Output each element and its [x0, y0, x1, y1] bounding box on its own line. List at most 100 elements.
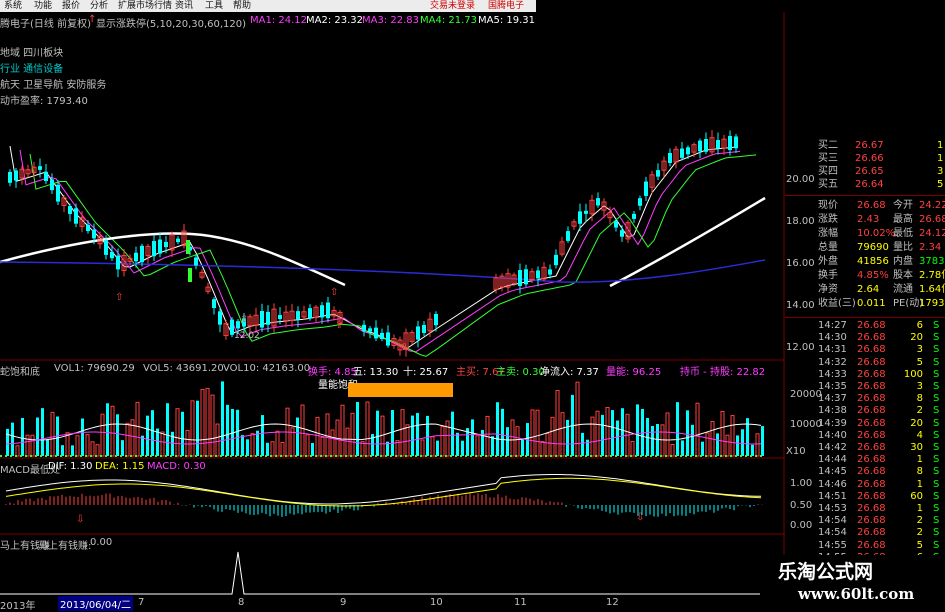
candle-body: [188, 268, 192, 282]
quote-panel: 买二 26.67 1 买三 26.66 1 买四 26.65 3 买五 26.6…: [785, 140, 945, 575]
quote-label: 最高: [893, 214, 913, 225]
volume-bar: [121, 440, 124, 456]
quote-value: 2.78亿: [919, 270, 945, 281]
volume-bar: [166, 403, 169, 456]
tick-price: 26.68: [857, 405, 886, 417]
tick-side: S: [933, 356, 940, 368]
watermark: 乐淘公式网 www.60lt.com: [760, 555, 945, 609]
month-label: 10: [430, 597, 443, 608]
tick-time: 14:54: [818, 527, 847, 539]
quote-row: 收益(三)0.011PE(动)1793.4: [785, 298, 945, 310]
tick-side: S: [933, 527, 940, 539]
quote-value: 2.34: [919, 242, 942, 253]
month-label: 8: [238, 597, 245, 608]
volume-bar: [720, 410, 725, 457]
volume-bar: [616, 420, 619, 456]
tick-volume: 2: [916, 405, 923, 417]
candle-body: [320, 305, 324, 318]
tick-row: 14:53 26.68 1 S: [785, 503, 945, 515]
signal-arrow-icon: ⇧: [400, 342, 408, 353]
volume-bar: [61, 445, 64, 456]
month-label: 9: [340, 597, 347, 608]
volume-bar: [530, 409, 535, 457]
quote-label: 量比: [893, 242, 913, 253]
ten-value: 十: 25.67: [403, 367, 449, 378]
volume-bar: [491, 436, 494, 456]
tick-volume: 20: [910, 332, 923, 344]
tick-price: 26.68: [857, 320, 886, 331]
volume-bar: [275, 430, 280, 457]
volume-bar: [376, 410, 379, 456]
tick-price: 26.68: [857, 527, 886, 539]
quote-label: 涨跌: [818, 214, 838, 225]
tick-row: 14:27 26.68 6 S: [785, 320, 945, 332]
volume-bar: [280, 441, 285, 457]
tick-volume: 6: [916, 320, 923, 331]
volume-bar: [320, 436, 325, 457]
candle-body: [296, 311, 300, 320]
volume-bar: [686, 410, 689, 456]
low-price-label: 12.02: [234, 331, 260, 341]
tick-price: 26.68: [857, 344, 886, 356]
candle-body: [644, 181, 648, 196]
candle-body: [422, 325, 426, 333]
kline-chart[interactable]: ⇧ ⇧ ⇧ ⇧ ⇧ ⇩ ⇩: [0, 0, 785, 597]
tick-volume: 8: [916, 466, 923, 478]
candle-body: [524, 269, 528, 285]
volume-bar: [400, 409, 405, 457]
candle-body: [110, 251, 114, 259]
volume-bar: [185, 429, 190, 457]
volume-bar: [71, 445, 74, 456]
volume-bar: [210, 394, 215, 457]
volume-bar: [146, 415, 149, 456]
quote-value: 24.22: [919, 200, 945, 211]
quote-row: 现价 26.68 今开 24.22: [785, 200, 945, 212]
tick-volume: 60: [910, 490, 923, 502]
tick-side: S: [933, 344, 940, 356]
volume-bar: [601, 414, 604, 456]
quote-value: 4.85%: [857, 270, 889, 281]
tick-price: 26.68: [857, 454, 886, 466]
volume-bar: [630, 441, 635, 457]
candle-body: [212, 299, 216, 309]
volume-bar: [636, 404, 639, 456]
volume-bar: [46, 439, 49, 456]
tick-row: 14:37 26.68 8 S: [785, 393, 945, 405]
quote-label: 最低: [893, 228, 913, 239]
volume-bar: [6, 428, 9, 456]
quote-label: 流通: [893, 284, 913, 295]
candle-body: [104, 240, 108, 255]
candle-body: [86, 224, 90, 232]
volume-bar: [21, 417, 24, 456]
candle-body: [158, 239, 162, 254]
volume-bar: [380, 415, 385, 457]
tick-time: 14:55: [818, 539, 847, 551]
volume-bar: [665, 412, 670, 457]
volume-bar: [116, 414, 119, 456]
quote-label: 收益(三): [818, 298, 856, 309]
candle-body: [38, 166, 42, 170]
tick-price: 26.68: [857, 515, 886, 527]
candle-body: [380, 332, 384, 340]
candle-body: [686, 147, 690, 155]
volume-bar: [456, 432, 459, 456]
volume-bar: [391, 410, 394, 456]
candle-body: [698, 140, 702, 152]
quote-label: 总量: [818, 242, 838, 253]
quote-row: 外盘 41856 内盘 37834: [785, 256, 945, 268]
candle-body: [186, 240, 190, 254]
volume-bar: [221, 381, 224, 456]
volume-bar: [411, 415, 414, 456]
volume-bar: [496, 402, 499, 456]
tick-side: S: [933, 466, 940, 478]
volume-bar: [90, 441, 95, 457]
volume-bar: [540, 441, 545, 457]
volume-bar: [611, 410, 614, 456]
signal-arrow-icon: ⇩: [636, 512, 644, 523]
macd-value: MACD: 0.30: [147, 461, 206, 472]
volume-bar: [330, 429, 335, 457]
candle-body: [308, 308, 312, 319]
candle-body: [194, 257, 198, 266]
volume-bar: [736, 435, 739, 456]
volume-bar: [196, 400, 199, 456]
